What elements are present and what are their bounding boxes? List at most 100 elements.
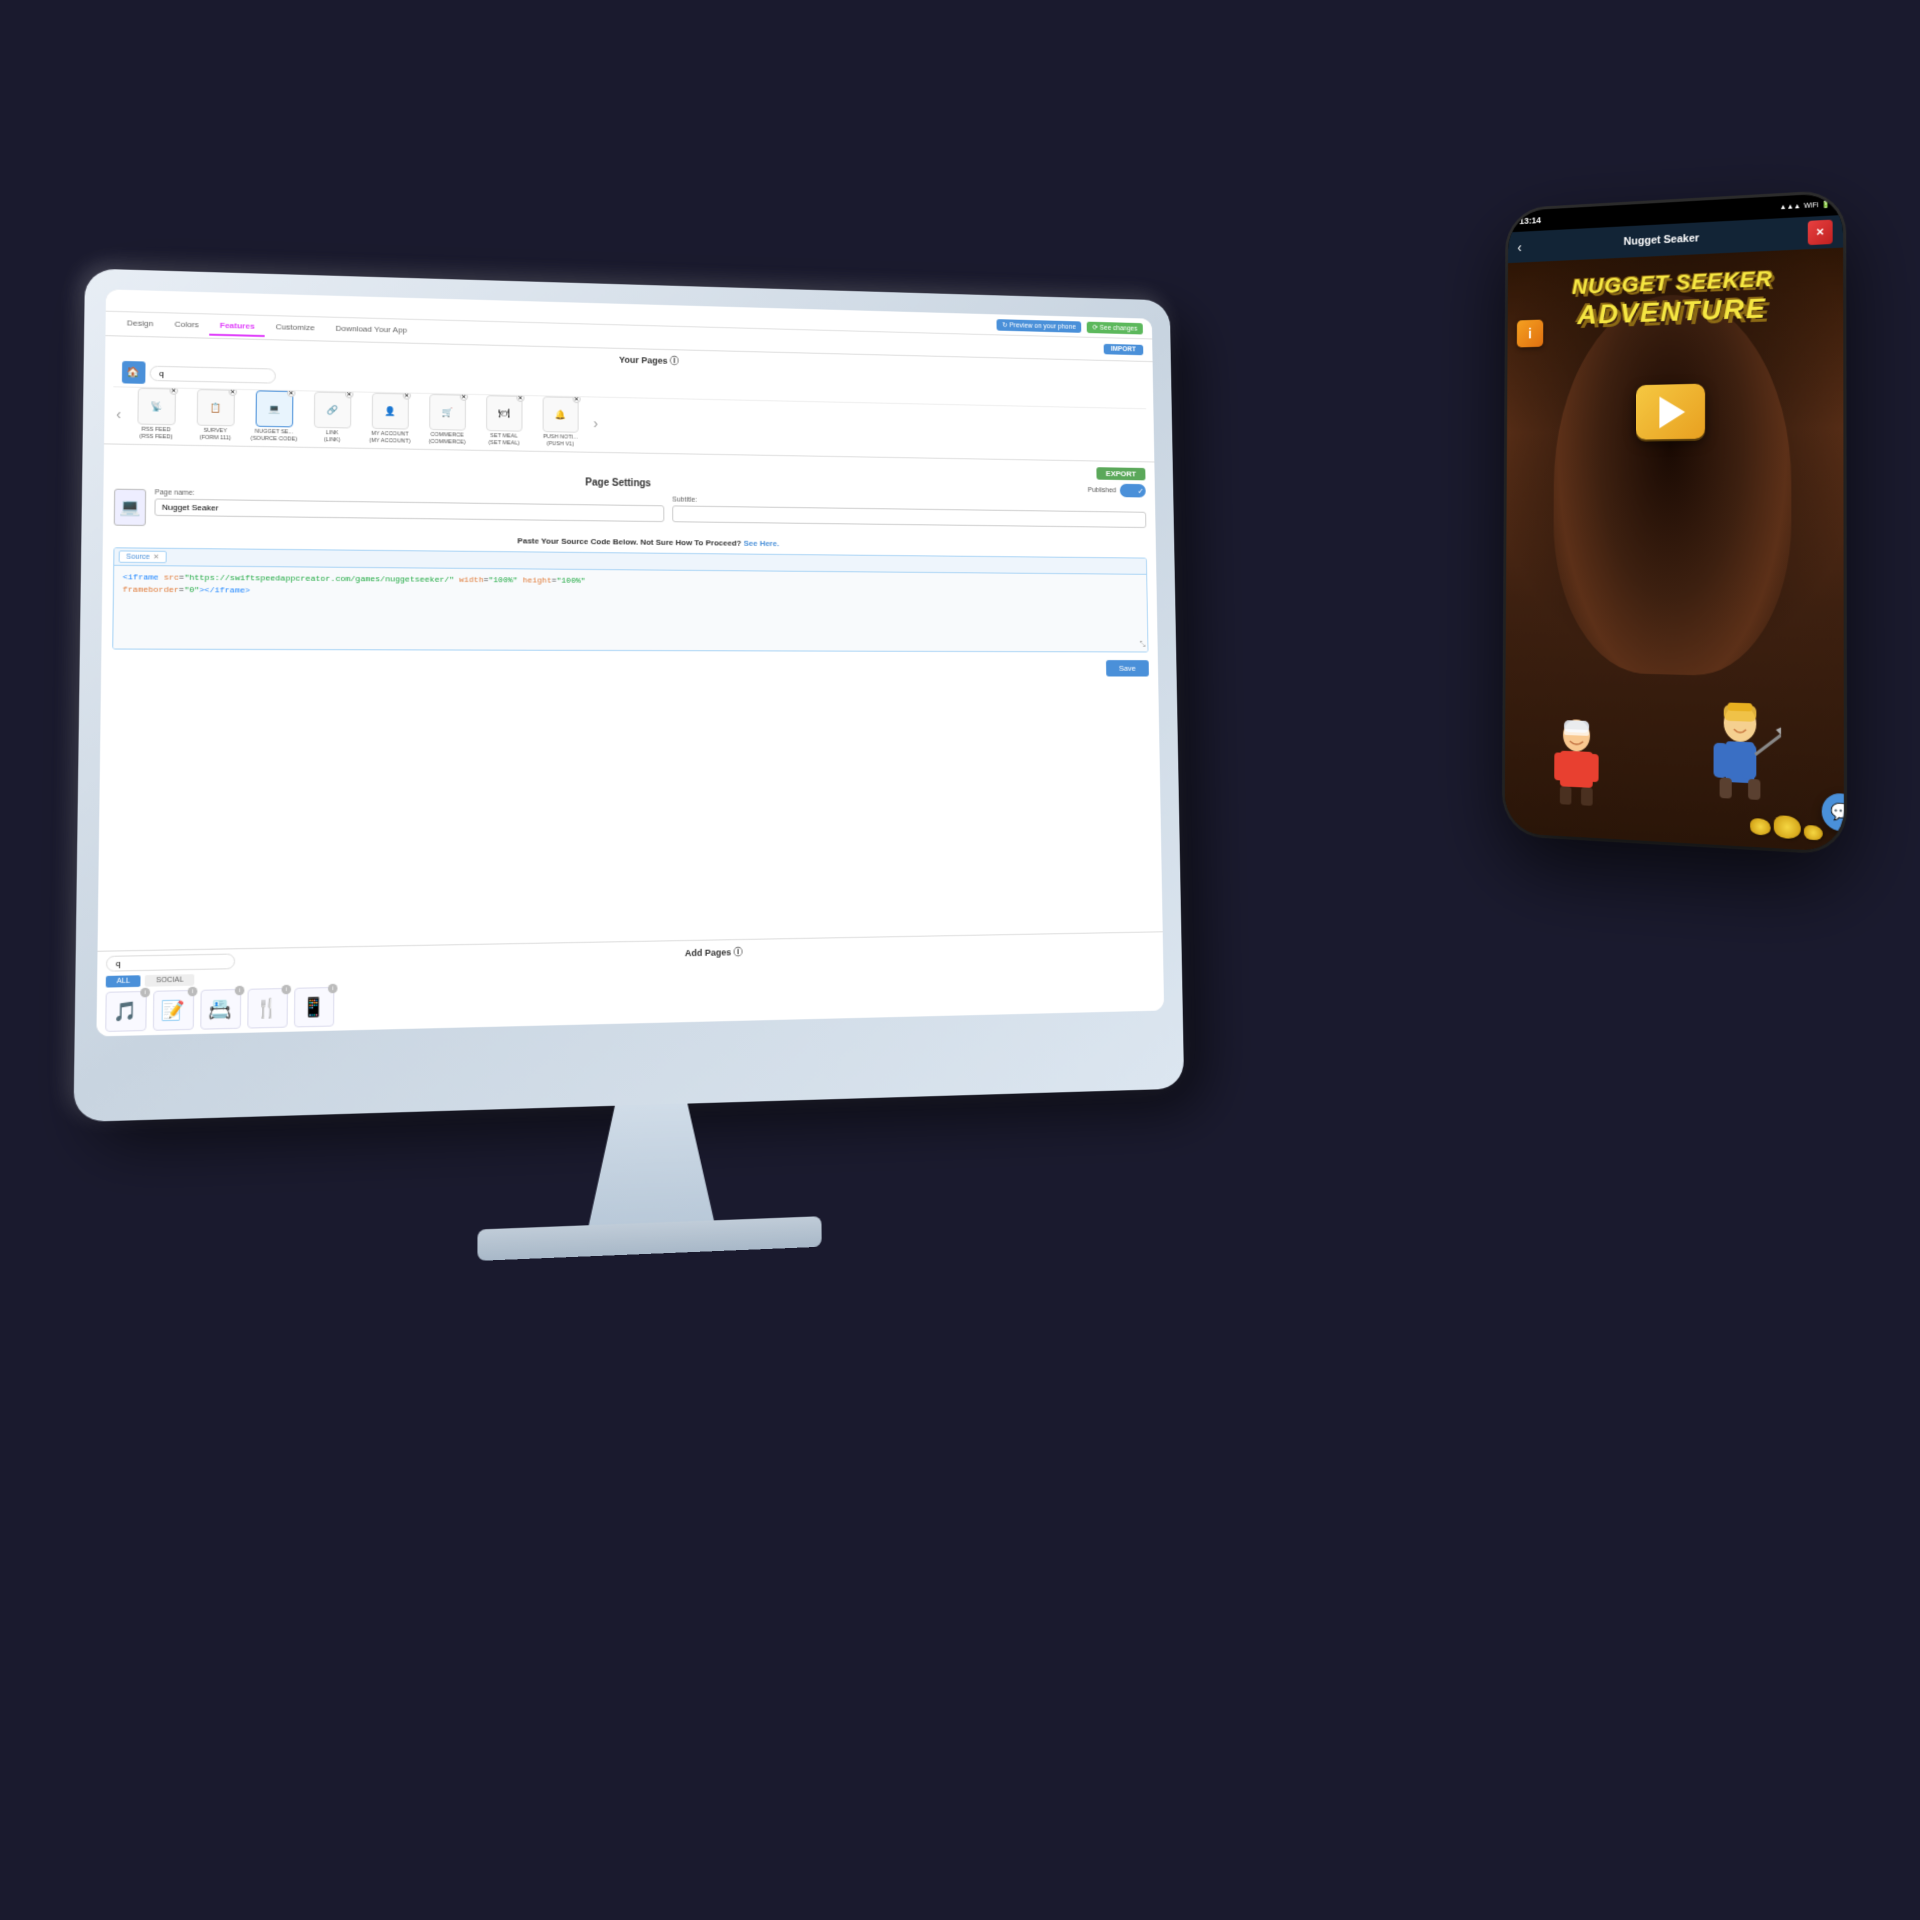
source-code-area[interactable]: <iframe src="https://swiftspeedappcreato… [113, 566, 1147, 652]
page-survey-label: SURVEY(FORM 111) [199, 428, 230, 442]
nugget-3 [1804, 825, 1823, 841]
qr-info-dot[interactable]: i [328, 984, 338, 994]
close-icon: ✕ [1816, 227, 1825, 239]
export-button[interactable]: EXPORT [1096, 467, 1145, 480]
monitor-base [477, 1216, 821, 1261]
page-rss-close[interactable]: ✕ [169, 387, 178, 394]
list-item: 📝 i [153, 990, 194, 1031]
pages-search-input[interactable] [150, 365, 276, 383]
wifi-icon: WiFi [1804, 202, 1818, 210]
page-commerce-label: COMMERCE(COMMERCE) [429, 432, 466, 446]
survey-icon: 📋 [210, 402, 222, 413]
monitor-screen: ↻ Preview on your phone ⟳ See changes De… [96, 289, 1164, 1036]
list-item: 🎵 i [105, 991, 147, 1032]
miner-character-1 [1699, 702, 1781, 828]
add-notes-icon-box[interactable]: 📝 [153, 990, 194, 1031]
music-info-dot[interactable]: i [140, 988, 150, 998]
battery-icon: 🔋 [1821, 200, 1830, 209]
phone-close-button[interactable]: ✕ [1808, 220, 1833, 246]
instruction-text: Paste Your Source Code Below. Not Sure H… [517, 536, 741, 547]
phone-nav-title: Nugget Seaker [1522, 227, 1808, 253]
see-here-link[interactable]: See Here. [744, 539, 780, 548]
page-push-close[interactable]: ✕ [572, 395, 580, 403]
link-icon: 🔗 [326, 404, 338, 415]
list-item: 🔗 ✕ LINK(LINK) [305, 391, 359, 444]
resize-handle[interactable]: ⤡ [1140, 640, 1146, 650]
tab-design[interactable]: Design [116, 314, 164, 335]
page-account-icon-box[interactable]: 👤 ✕ [371, 393, 408, 430]
page-nugget-icon-box[interactable]: 💻 ✕ [255, 390, 293, 427]
add-music-icon-box[interactable]: 🎵 [105, 991, 147, 1032]
published-label: Published [1088, 487, 1117, 494]
list-item: 📡 ✕ RSS FEED(RSS FEED) [128, 388, 184, 441]
page-link-label: LINK(LINK) [324, 430, 341, 444]
phone-mockup: 13:14 ▲▲▲ WiFi 🔋 ‹ Nugget Seaker ✕ [1505, 193, 1844, 852]
published-badge: Published [1088, 483, 1146, 497]
meal-icon: 🍽 [498, 408, 510, 419]
source-tab[interactable]: Source ✕ [119, 551, 167, 564]
add-qr-icon-box[interactable]: 📱 [294, 987, 334, 1028]
tab-features[interactable]: Features [209, 316, 265, 337]
page-rss-icon-box[interactable]: 📡 ✕ [137, 388, 176, 425]
page-meal-close[interactable]: ✕ [516, 394, 524, 402]
page-meal-icon-box[interactable]: 🍽 ✕ [486, 395, 522, 432]
nugget-1 [1750, 818, 1771, 836]
phone-time: 13:14 [1519, 215, 1541, 226]
play-triangle-icon [1659, 396, 1685, 428]
tab-download[interactable]: Download Your App [325, 320, 417, 341]
list-item: 🍽 ✕ SET MEAL(SET MEAL) [478, 395, 531, 447]
add-pages-search-input[interactable] [106, 953, 235, 971]
info-button[interactable]: i [1517, 320, 1543, 348]
phone-status-icons: ▲▲▲ WiFi 🔋 [1780, 200, 1831, 211]
page-push-icon-box[interactable]: 🔔 ✕ [542, 396, 578, 432]
page-commerce-icon-box[interactable]: 🛒 ✕ [429, 394, 466, 431]
add-menu-icon-box[interactable]: 🍴 [247, 988, 288, 1029]
rss-icon: 📡 [150, 401, 162, 412]
import-button[interactable]: IMPORT [1103, 344, 1143, 355]
preview-phone-button[interactable]: ↻ Preview on your phone [996, 319, 1081, 333]
list-item: 💻 ✕ NUGGET SE...(SOURCE CODE) [247, 390, 302, 443]
published-toggle[interactable] [1120, 484, 1146, 498]
play-button[interactable] [1636, 384, 1705, 440]
add-pages-section: Add Pages ⓘ ALL SOCIAL 🎵 i [96, 931, 1164, 1036]
save-button[interactable]: Save [1106, 660, 1149, 676]
page-settings-section: EXPORT Page Settings Published 💻 Page na… [98, 445, 1163, 951]
monitor-stand [560, 1102, 742, 1232]
home-icon[interactable]: 🏠 [122, 361, 146, 384]
page-rss-label: RSS FEED(RSS FEED) [139, 427, 172, 441]
source-editor: Source ✕ <iframe src="https://swiftspeed… [112, 547, 1148, 652]
page-link-icon-box[interactable]: 🔗 ✕ [314, 392, 351, 429]
pages-prev-arrow[interactable]: ‹ [113, 405, 125, 422]
menu-info-dot[interactable]: i [282, 985, 292, 995]
music-icon: 🎵 [114, 1000, 139, 1023]
notes-info-dot[interactable]: i [188, 987, 198, 997]
page-commerce-close[interactable]: ✕ [459, 393, 467, 401]
account-icon: 👤 [384, 406, 396, 417]
contacts-info-dot[interactable]: i [235, 986, 245, 996]
add-contacts-icon-box[interactable]: 📇 [200, 989, 241, 1030]
list-item: 🛒 ✕ COMMERCE(COMMERCE) [421, 394, 474, 446]
page-survey-icon-box[interactable]: 📋 ✕ [196, 389, 234, 426]
gold-nuggets [1750, 818, 1823, 840]
tab-customize[interactable]: Customize [265, 318, 325, 339]
nugget-icon: 💻 [268, 403, 280, 414]
filter-all[interactable]: ALL [106, 975, 141, 987]
qr-icon: 📱 [302, 996, 326, 1018]
notes-icon: 📝 [161, 999, 185, 1022]
page-nugget-label: NUGGET SE...(SOURCE CODE) [251, 429, 298, 443]
play-button-area [1636, 384, 1705, 440]
page-nugget-close[interactable]: ✕ [287, 389, 295, 397]
page-name-field-wrap: Page name: [154, 489, 664, 522]
page-link-close[interactable]: ✕ [345, 390, 353, 398]
page-account-label: MY ACCOUNT(MY ACCOUNT) [369, 431, 410, 445]
source-tab-close-icon[interactable]: ✕ [153, 553, 159, 561]
page-account-close[interactable]: ✕ [402, 391, 410, 399]
pages-next-arrow[interactable]: › [590, 415, 601, 431]
phone-game-area: i NUGGET SEEKER ADVENTURE [1505, 248, 1844, 853]
page-survey-close[interactable]: ✕ [228, 388, 236, 396]
add-pages-search-area [106, 953, 235, 971]
see-changes-button[interactable]: ⟳ See changes [1087, 321, 1143, 334]
filter-social[interactable]: SOCIAL [145, 974, 194, 987]
tab-colors[interactable]: Colors [164, 315, 210, 335]
phone-screen: 13:14 ▲▲▲ WiFi 🔋 ‹ Nugget Seaker ✕ [1505, 193, 1844, 852]
